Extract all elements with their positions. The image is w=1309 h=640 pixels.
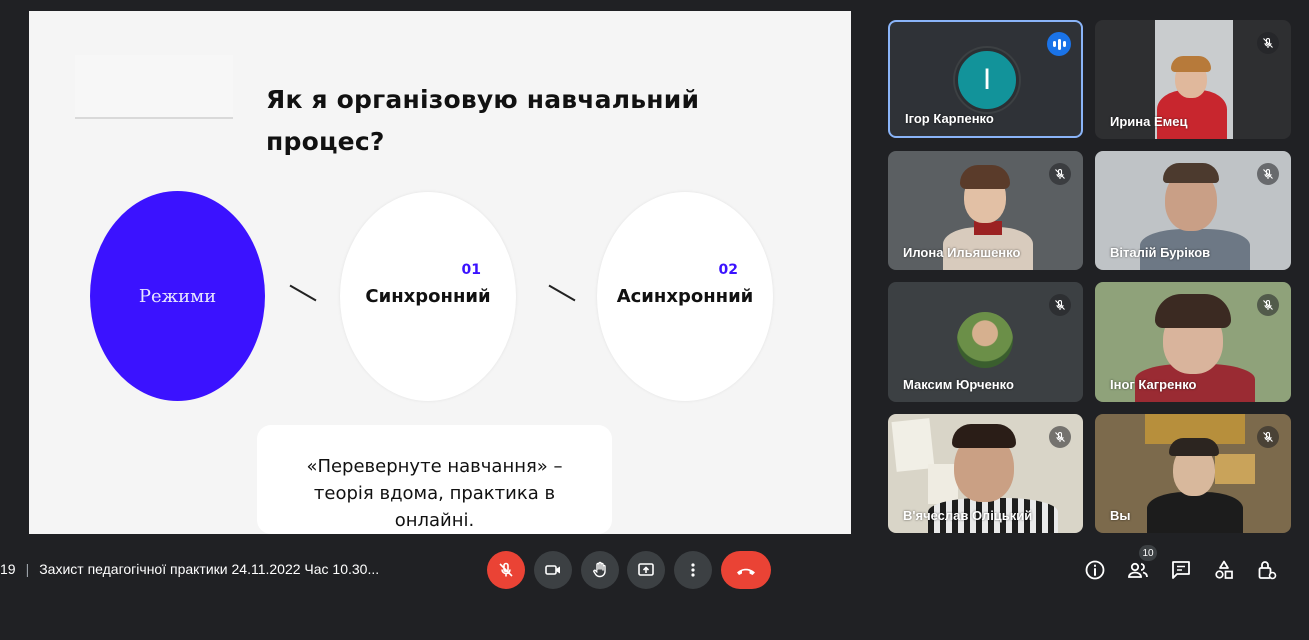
meet-window: Як я організовую навчальний процес? Режи… [0, 0, 1309, 640]
flipped-learning-note: «Перевернуте навчання» – теорія вдома, п… [257, 425, 612, 534]
modes-label: Режими [138, 285, 217, 307]
clock-time: 19 [0, 561, 16, 577]
speaking-indicator-icon [1047, 32, 1071, 56]
host-controls-button[interactable] [1254, 557, 1280, 583]
participant-name: Віталій Буріков [1110, 245, 1211, 260]
mic-off-icon [1257, 426, 1279, 448]
mic-off-icon [499, 562, 513, 577]
option-circle-synchronous: 01 Синхронний [340, 192, 516, 401]
participant-name: Вы [1110, 508, 1131, 523]
slide-title: Як я організовую навчальний процес? [266, 85, 700, 156]
activities-icon [1215, 560, 1233, 579]
avatar [957, 312, 1013, 368]
activities-button[interactable] [1211, 557, 1237, 583]
camera-toggle-button[interactable] [534, 551, 572, 589]
participant-tile[interactable]: Илона Ильяшенко [888, 151, 1083, 270]
separator: | [25, 561, 30, 577]
option-number: 01 [461, 262, 481, 278]
connector-line [289, 284, 317, 302]
chat-button[interactable] [1168, 557, 1194, 583]
leave-call-button[interactable] [721, 551, 771, 589]
participant-name: Ігор Карпенко [905, 111, 994, 126]
participant-tile[interactable]: Вы [1095, 414, 1291, 533]
participant-tile[interactable]: Віталій Буріков [1095, 151, 1291, 270]
raise-hand-button[interactable] [581, 551, 619, 589]
participant-tile[interactable]: Ирина Емец [1095, 20, 1291, 139]
mic-off-icon [1049, 426, 1071, 448]
option-circle-asynchronous: 02 Асинхронний [597, 192, 773, 401]
meeting-title[interactable]: Захист педагогічної практики 24.11.2022 … [39, 561, 379, 577]
option-number: 02 [718, 262, 738, 278]
participant-name: Илона Ильяшенко [903, 245, 1021, 260]
avatar: І [955, 48, 1019, 112]
mic-off-icon [1257, 163, 1279, 185]
participant-count-badge: 10 [1139, 545, 1157, 561]
host-controls-icon [1258, 561, 1277, 580]
mic-off-icon [1257, 32, 1279, 54]
participant-name: Іног Кагренко [1110, 377, 1197, 392]
present-screen-icon [638, 563, 654, 576]
connector-line [548, 284, 576, 302]
people-icon [1128, 562, 1148, 578]
option-label: Асинхронний [616, 286, 754, 307]
mic-off-icon [1257, 294, 1279, 316]
meeting-details: 19 | Захист педагогічної практики 24.11.… [0, 561, 379, 577]
participant-name: В'ячеслав Оліцький [903, 508, 1033, 523]
participant-tile[interactable]: Максим Юрченко [888, 282, 1083, 402]
present-now-button[interactable] [627, 551, 665, 589]
participant-name: Ирина Емец [1110, 114, 1188, 129]
mic-off-icon [1049, 163, 1071, 185]
mic-toggle-button[interactable] [487, 551, 525, 589]
meeting-info-button[interactable] [1082, 557, 1108, 583]
bottom-control-bar: 19 | Захист педагогічної практики 24.11.… [0, 545, 1309, 595]
presentation-slide: Як я організовую навчальний процес? Режи… [29, 11, 851, 534]
participant-tile[interactable]: І Ігор Карпенко [888, 20, 1083, 138]
chat-icon [1172, 561, 1190, 579]
option-label: Синхронний [365, 286, 491, 307]
more-options-button[interactable] [674, 551, 712, 589]
participant-tile[interactable]: В'ячеслав Оліцький [888, 414, 1083, 533]
slide-decoration [75, 55, 233, 119]
participant-name: Максим Юрченко [903, 377, 1014, 392]
mic-off-icon [1049, 294, 1071, 316]
raise-hand-icon [593, 561, 606, 578]
info-icon [1085, 560, 1105, 580]
modes-circle: Режими [90, 191, 265, 401]
more-options-icon [691, 563, 695, 577]
hang-up-icon [737, 568, 755, 575]
camera-icon [545, 565, 560, 575]
participant-tile[interactable]: Іног Кагренко [1095, 282, 1291, 402]
